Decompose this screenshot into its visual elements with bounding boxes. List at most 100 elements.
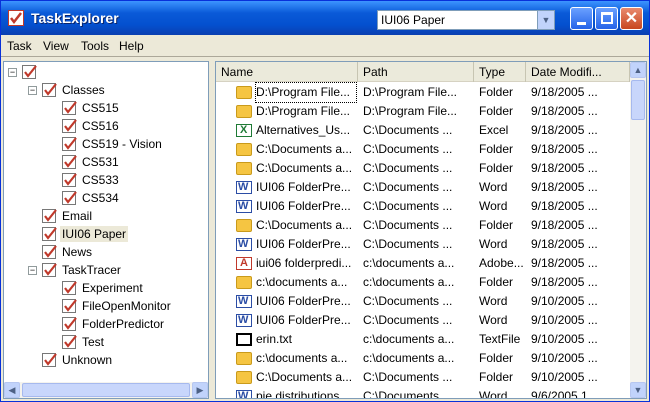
list-row[interactable]: IUI06 FolderPre... C:\Documents ... Word 9/… [216, 197, 630, 216]
scroll-up-button[interactable]: ▲ [630, 62, 646, 78]
cell-path: C:\Documents ... [363, 218, 453, 232]
cell-path: C:\Documents ... [363, 389, 453, 399]
checkbox-check-icon[interactable] [62, 173, 77, 187]
scroll-down-button[interactable]: ▼ [630, 382, 646, 398]
cell-path: c:\documents a... [363, 351, 455, 365]
word-file-icon [236, 235, 252, 254]
tree-node-label: FileOpenMonitor [82, 299, 171, 313]
collapse-icon[interactable]: − [28, 86, 37, 95]
checkbox-check-icon[interactable] [62, 299, 77, 313]
menu-bar: Task View Tools Help [1, 35, 649, 57]
tree-node-label: Test [82, 335, 105, 349]
checkbox-check-icon[interactable] [62, 335, 77, 349]
cell-path: C:\Documents ... [363, 294, 453, 308]
checkbox-check-icon[interactable] [62, 317, 77, 331]
checkbox-check-icon[interactable] [62, 191, 77, 205]
tree-scroll-thumb[interactable] [22, 383, 190, 397]
minimize-button[interactable] [570, 7, 593, 30]
checkbox-check-icon[interactable] [42, 209, 57, 223]
tree-node-label: CS515 [82, 101, 119, 115]
cell-path: D:\Program File... [363, 104, 458, 118]
folder-file-icon [236, 219, 252, 232]
collapse-icon[interactable]: − [8, 68, 17, 77]
close-button[interactable]: ✕ [620, 7, 643, 30]
scroll-right-button[interactable]: ▶ [192, 382, 208, 398]
column-header-date-modified[interactable]: Date Modifi... [526, 62, 630, 82]
cell-type: Adobe... [479, 256, 524, 270]
checkbox-check-icon[interactable] [62, 101, 77, 115]
checkbox-check-icon[interactable] [42, 263, 57, 277]
checkbox-check-icon[interactable] [42, 353, 57, 367]
pdf-file-icon [236, 254, 252, 273]
word-file-icon [236, 197, 252, 216]
menu-help[interactable]: Help [119, 39, 144, 53]
maximize-icon [601, 12, 613, 24]
collapse-icon[interactable]: − [28, 266, 37, 275]
list-row[interactable]: c:\documents a... c:\documents a... Folder… [216, 349, 630, 368]
cell-name: iui06 folderpredi... [256, 256, 352, 270]
list-row[interactable]: IUI06 FolderPre... C:\Documents ... Word 9/… [216, 178, 630, 197]
list-row[interactable]: erin.txt c:\documents a... TextFile 9/10/20… [216, 330, 630, 349]
cell-type: Word [479, 294, 508, 308]
window-title: TaskExplorer [31, 10, 119, 26]
maximize-button[interactable] [595, 7, 618, 30]
list-row[interactable]: IUI06 FolderPre... C:\Documents ... Word 9/… [216, 292, 630, 311]
checkbox-check-icon[interactable] [62, 119, 77, 133]
tree-horizontal-scrollbar[interactable]: ◀ ▶ [4, 382, 208, 398]
list-row[interactable]: pie distributions C:\Documents ... Word 9/6… [216, 387, 630, 399]
cell-date: 9/6/2005 1... [531, 389, 598, 399]
cell-path: C:\Documents ... [363, 161, 453, 175]
cell-path: C:\Documents ... [363, 237, 453, 251]
checkbox-check-icon[interactable] [42, 245, 57, 259]
checkbox-check-icon[interactable] [62, 281, 77, 295]
checkbox-check-icon[interactable] [42, 227, 57, 241]
text-file-icon [236, 333, 252, 346]
tree-node-label: IUI06 Paper [60, 226, 129, 242]
list-row[interactable]: Alternatives_Us... C:\Documents ... Excel 9… [216, 121, 630, 140]
cell-date: 9/10/2005 ... [531, 313, 598, 327]
cell-name: IUI06 FolderPre... [256, 237, 351, 251]
checkbox-check-icon[interactable] [22, 65, 37, 79]
list-row[interactable]: C:\Documents a... C:\Documents ... Folder 9… [216, 140, 630, 159]
list-row[interactable]: IUI06 FolderPre... C:\Documents ... Word 9/… [216, 235, 630, 254]
cell-type: Folder [479, 85, 514, 99]
scroll-left-button[interactable]: ◀ [4, 382, 20, 398]
cell-type: Word [479, 389, 508, 399]
list-scroll-thumb[interactable] [631, 80, 645, 120]
checkbox-check-icon[interactable] [62, 155, 77, 169]
folder-file-icon [236, 352, 252, 365]
column-header-type[interactable]: Type [474, 62, 526, 82]
tree-node-label: FolderPredictor [82, 317, 165, 331]
task-selector-value: IUI06 Paper [381, 13, 446, 27]
cell-name: C:\Documents a... [256, 370, 353, 384]
menu-task[interactable]: Task [7, 39, 32, 53]
list-row[interactable]: D:\Program File... D:\Program File... Fold… [216, 82, 630, 103]
list-row[interactable]: C:\Documents a... C:\Documents ... Folder 9… [216, 216, 630, 235]
column-header-path[interactable]: Path [358, 62, 474, 82]
title-bar[interactable]: TaskExplorer IUI06 Paper ▼ ✕ [1, 1, 649, 35]
tree-node-label: CS516 [82, 119, 119, 133]
menu-tools[interactable]: Tools [81, 39, 109, 53]
menu-view[interactable]: View [43, 39, 69, 53]
checkbox-check-icon[interactable] [62, 137, 77, 151]
cell-date: 9/18/2005 ... [531, 237, 598, 251]
cell-path: D:\Program File... [363, 85, 458, 99]
file-list[interactable]: Name Path Type Date Modifi... D:\Program… [215, 61, 647, 399]
column-header-name[interactable]: Name [216, 62, 358, 82]
list-row[interactable]: D:\Program File... D:\Program File... Fold… [216, 102, 630, 121]
tree-node-label: CS531 [82, 155, 119, 169]
list-vertical-scrollbar[interactable]: ▲ ▼ [630, 62, 646, 398]
list-row[interactable]: IUI06 FolderPre... C:\Documents ... Word 9/… [216, 311, 630, 330]
list-row[interactable]: iui06 folderpredi... c:\documents a... Ado… [216, 254, 630, 273]
task-tree[interactable]: − Classes − CS515 CS516 CS519 - Vision CS531 CS… [3, 61, 209, 399]
cell-path: c:\documents a... [363, 256, 455, 270]
tree-node-label: Classes [62, 83, 105, 97]
dropdown-arrow-icon[interactable]: ▼ [537, 11, 554, 29]
list-row[interactable]: C:\Documents a... C:\Documents ... Folder 9… [216, 159, 630, 178]
list-row[interactable]: C:\Documents a... C:\Documents ... Folder 9… [216, 368, 630, 387]
checkbox-check-icon[interactable] [42, 83, 57, 97]
cell-name: erin.txt [256, 332, 293, 346]
list-row[interactable]: c:\documents a... c:\documents a... Folder… [216, 273, 630, 292]
cell-name: c:\documents a... [256, 275, 348, 289]
task-selector-dropdown[interactable]: IUI06 Paper ▼ [377, 10, 555, 30]
